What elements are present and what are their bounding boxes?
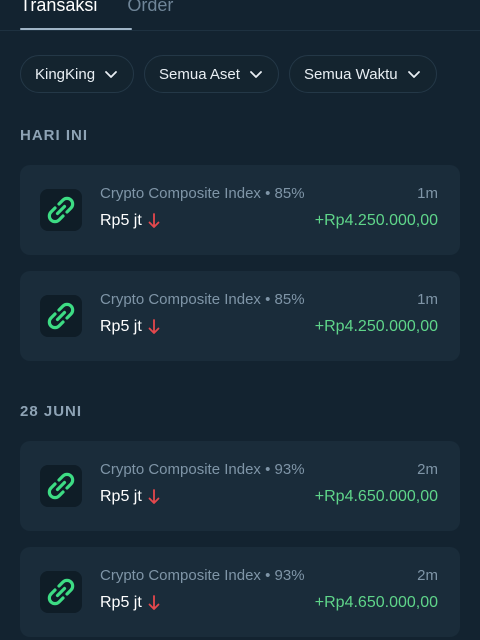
trade-amount-row: Rp5 jt	[100, 594, 160, 612]
filter-time-dropdown[interactable]: Semua Waktu	[288, 55, 437, 93]
chain-link-icon	[47, 196, 75, 224]
trade-profit: +Rp4.250.000,00	[314, 212, 438, 229]
trade-amount: Rp5 jt	[100, 594, 142, 611]
trade-amount: Rp5 jt	[100, 318, 142, 335]
section-header-today: HARI INI	[20, 127, 88, 144]
trade-amount-row: Rp5 jt	[100, 488, 160, 506]
tab-order[interactable]: Order	[127, 0, 173, 30]
tab-transaksi[interactable]: Transaksi	[20, 0, 97, 30]
chain-link-icon	[47, 302, 75, 330]
asset-name: Crypto Composite Index	[100, 567, 261, 584]
asset-title: Crypto Composite Index • 93%	[100, 567, 305, 584]
chain-link-icon	[47, 578, 75, 606]
transaction-card[interactable]: Crypto Composite Index • 85% 1m Rp5 jt +…	[20, 165, 460, 255]
asset-name: Crypto Composite Index	[100, 291, 261, 308]
trade-duration: 1m	[417, 291, 438, 308]
chain-link-icon	[47, 472, 75, 500]
filter-time-label: Semua Waktu	[303, 65, 398, 83]
arrow-down-icon	[148, 319, 160, 334]
trade-profit: +Rp4.250.000,00	[314, 318, 438, 335]
arrow-down-icon	[148, 213, 160, 228]
section-header-date: 28 JUNI	[20, 403, 83, 420]
asset-icon-container	[40, 189, 82, 231]
trade-amount: Rp5 jt	[100, 212, 142, 229]
filter-asset-label: Semua Aset	[159, 65, 240, 83]
arrow-down-icon	[148, 595, 160, 610]
separator-dot: •	[265, 567, 271, 584]
payout-percent: 93%	[274, 461, 305, 478]
payout-percent: 85%	[274, 185, 305, 202]
asset-name: Crypto Composite Index	[100, 461, 261, 478]
arrow-down-icon	[148, 489, 160, 504]
trade-profit: +Rp4.650.000,00	[314, 488, 438, 505]
filter-asset-dropdown[interactable]: Semua Aset	[144, 55, 279, 93]
trade-amount-row: Rp5 jt	[100, 212, 160, 230]
chevron-down-icon	[250, 71, 262, 78]
asset-title: Crypto Composite Index • 93%	[100, 461, 305, 478]
asset-icon-container	[40, 295, 82, 337]
filter-account-dropdown[interactable]: KingKing	[20, 55, 135, 93]
asset-title: Crypto Composite Index • 85%	[100, 291, 305, 308]
transaction-history-screen: Transaksi Order KingKing Semua Aset Semu…	[0, 0, 480, 640]
chevron-down-icon	[105, 71, 117, 78]
trade-duration: 2m	[417, 567, 438, 584]
payout-percent: 93%	[274, 567, 305, 584]
chevron-down-icon	[407, 71, 420, 78]
separator-dot: •	[265, 185, 271, 202]
trade-profit: +Rp4.650.000,00	[314, 594, 438, 611]
trade-amount: Rp5 jt	[100, 488, 142, 505]
trade-duration: 2m	[417, 461, 438, 478]
asset-title: Crypto Composite Index • 85%	[100, 185, 305, 202]
transaction-card[interactable]: Crypto Composite Index • 93% 2m Rp5 jt +…	[20, 441, 460, 531]
asset-name: Crypto Composite Index	[100, 185, 261, 202]
transaction-card[interactable]: Crypto Composite Index • 93% 2m Rp5 jt +…	[20, 547, 460, 637]
asset-icon-container	[40, 571, 82, 613]
trade-duration: 1m	[417, 185, 438, 202]
separator-dot: •	[265, 291, 271, 308]
tab-bar: Transaksi Order	[20, 0, 173, 30]
payout-percent: 85%	[274, 291, 305, 308]
tab-divider	[0, 30, 480, 31]
transaction-card[interactable]: Crypto Composite Index • 85% 1m Rp5 jt +…	[20, 271, 460, 361]
asset-icon-container	[40, 465, 82, 507]
separator-dot: •	[265, 461, 271, 478]
filter-bar: KingKing Semua Aset Semua Waktu	[20, 55, 437, 93]
trade-amount-row: Rp5 jt	[100, 318, 160, 336]
filter-account-label: KingKing	[35, 65, 96, 83]
